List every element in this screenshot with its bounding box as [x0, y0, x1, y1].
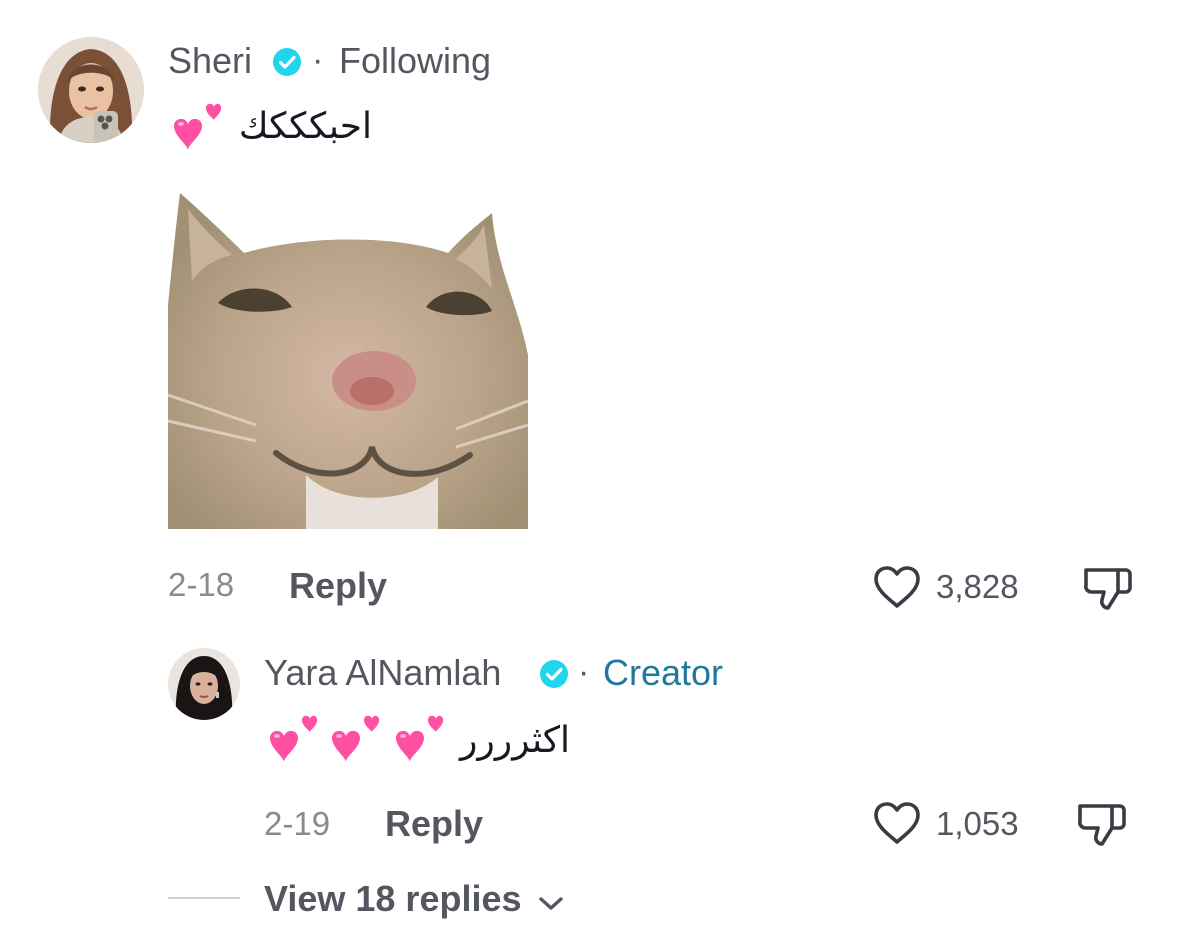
verified-badge-icon	[272, 47, 302, 77]
avatar-sheri[interactable]	[38, 37, 144, 143]
like-heart-icon[interactable]	[872, 800, 922, 846]
comment-author-name[interactable]: Sheri	[168, 40, 252, 82]
verified-badge-icon	[539, 659, 569, 689]
separator-dot: ·	[312, 41, 324, 79]
view-replies-label: View 18 replies	[264, 878, 522, 919]
separator-dot: ·	[578, 653, 590, 691]
two-hearts-emoji-icon	[170, 98, 226, 154]
comment-text-row: احبكككك	[170, 98, 380, 154]
dislike-thumb-icon[interactable]	[1082, 562, 1134, 612]
two-hearts-emoji-icon	[392, 710, 448, 766]
two-hearts-emoji-icon	[328, 710, 384, 766]
reply-author-name[interactable]: Yara AlNamlah	[264, 652, 501, 694]
reply-button[interactable]: Reply	[289, 565, 387, 607]
chevron-down-icon	[538, 880, 564, 922]
comment-text: احبكككك	[238, 106, 372, 147]
creator-label: Creator	[603, 652, 724, 693]
view-replies-button[interactable]: View 18 replies	[264, 878, 564, 922]
like-heart-icon[interactable]	[872, 564, 922, 610]
comment-date: 2-18	[168, 566, 235, 603]
avatar-yara[interactable]	[168, 648, 240, 720]
two-hearts-emoji-icon	[266, 710, 322, 766]
reply-text: اكثرررر	[459, 720, 570, 761]
reply-date: 2-19	[264, 805, 331, 842]
like-count: 3,828	[936, 568, 1019, 605]
following-label: Following	[339, 40, 492, 81]
dislike-thumb-icon[interactable]	[1076, 798, 1128, 848]
replies-divider	[168, 897, 240, 899]
like-count: 1,053	[936, 805, 1019, 842]
cat-sticker-image[interactable]	[166, 185, 530, 531]
reply-button[interactable]: Reply	[385, 803, 483, 845]
reply-text-row: اكثرررر	[266, 708, 576, 768]
